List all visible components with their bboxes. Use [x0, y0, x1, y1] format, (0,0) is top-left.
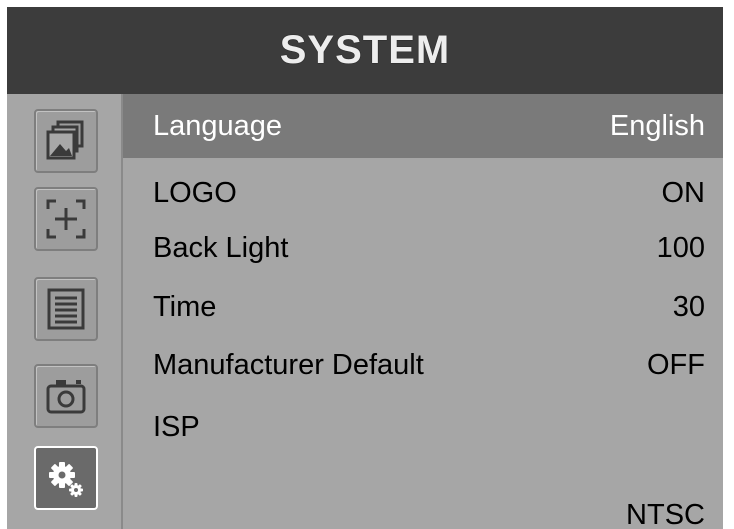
- menu-item-value: OFF: [647, 348, 705, 381]
- menu-item-value: 100: [656, 231, 705, 264]
- function-list-icon: [47, 288, 85, 330]
- menu-item-label: Back Light: [153, 231, 289, 264]
- picture-icon: [46, 120, 84, 160]
- menu-item-manufacturer-default[interactable]: Manufacturer Default OFF: [123, 333, 723, 397]
- menu-item-value: ON: [661, 176, 706, 209]
- menu-item-back-light[interactable]: Back Light 100: [123, 216, 723, 280]
- system-gears-icon: [49, 462, 83, 497]
- menu-item-label: Language: [153, 109, 283, 142]
- menu-item-label: LOGO: [153, 176, 237, 209]
- menu-item-label: ISP: [153, 410, 200, 443]
- camera-icon: [46, 380, 86, 414]
- tab-marker[interactable]: [34, 187, 98, 251]
- menu-item-label: Manufacturer Default: [153, 348, 424, 381]
- tab-picture[interactable]: [34, 109, 98, 173]
- menu-title: SYSTEM: [279, 28, 451, 72]
- menu-sidebar: [7, 94, 123, 529]
- menu-item-value: NTSC: [626, 498, 705, 529]
- tab-camera[interactable]: [34, 364, 98, 428]
- osd-menu-panel: SYSTEM Language English LOGO ON Back Lig…: [7, 7, 723, 529]
- menu-item-value: 30: [672, 290, 705, 323]
- menu-item-label: Time: [153, 290, 217, 323]
- menu-list: Language English LOGO ON Back Light 100 …: [123, 94, 723, 529]
- tab-function-list[interactable]: [34, 277, 98, 341]
- tab-system[interactable]: [34, 446, 98, 510]
- menu-item-video-format[interactable]: NTSC: [123, 483, 723, 529]
- marker-icon: [46, 199, 86, 239]
- menu-item-language[interactable]: Language English: [123, 94, 723, 158]
- menu-header: SYSTEM: [7, 7, 723, 94]
- menu-item-value: English: [609, 109, 705, 142]
- menu-item-time[interactable]: Time 30: [123, 275, 723, 339]
- menu-item-isp[interactable]: ISP: [123, 395, 723, 459]
